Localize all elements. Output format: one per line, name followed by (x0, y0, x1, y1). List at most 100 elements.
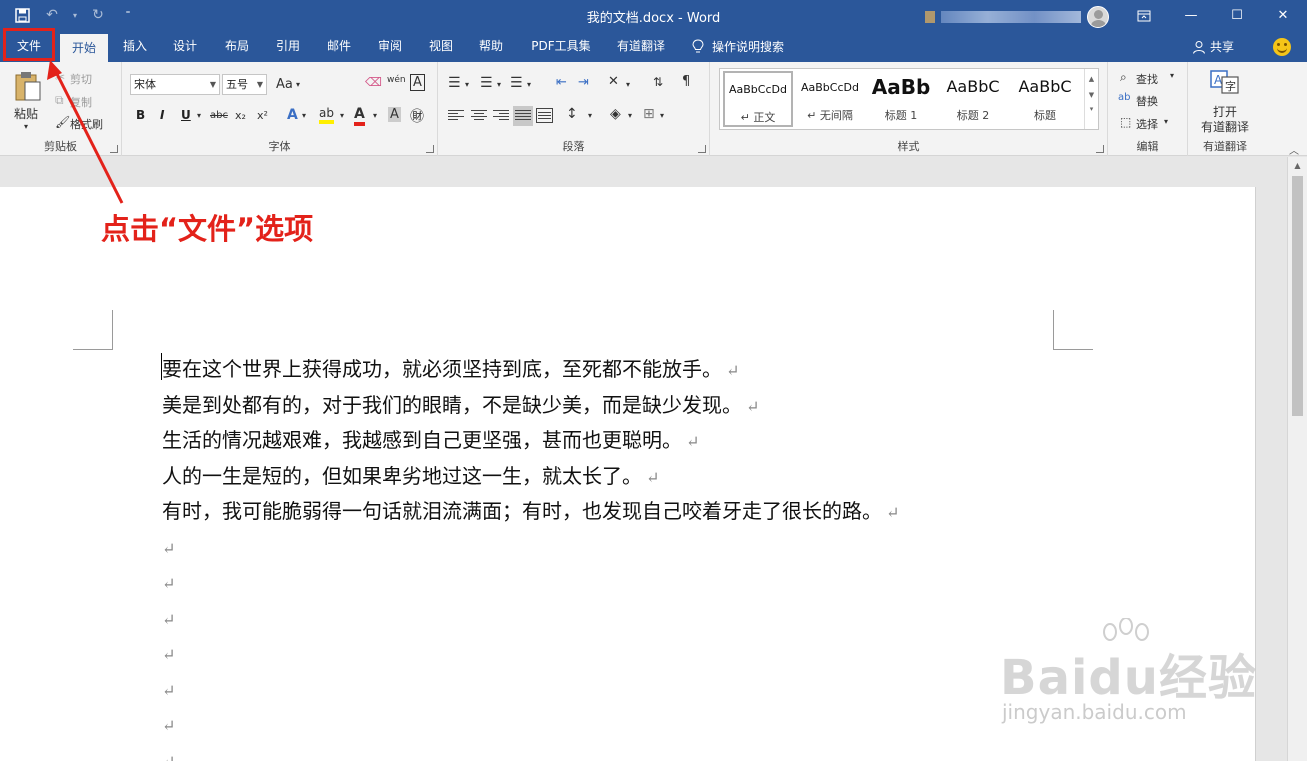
line-spacing-dropdown-icon[interactable]: ▾ (588, 111, 592, 120)
account-area[interactable] (925, 6, 1109, 28)
gallery-scroll[interactable]: ▲ ▼ ▾ (1084, 69, 1098, 129)
justify-icon[interactable] (513, 106, 533, 126)
gallery-down-icon[interactable]: ▼ (1085, 91, 1098, 99)
share-button[interactable]: 共享 (1192, 31, 1234, 62)
subscript-button[interactable]: x₂ (235, 109, 246, 122)
style-no-spacing[interactable]: AaBbCcDd ↵ 无间隔 (795, 71, 865, 127)
tab-youdao-translate[interactable]: 有道翻译 (610, 31, 672, 62)
enclose-characters-icon[interactable]: ㊖ (410, 106, 424, 126)
paste-dropdown-icon[interactable]: ▾ (24, 122, 28, 131)
chinese-layout-dropdown-icon[interactable]: ▾ (626, 80, 630, 89)
tab-view[interactable]: 视图 (420, 31, 462, 62)
empty-paragraph[interactable]: ↵ (162, 709, 899, 745)
align-right-icon[interactable] (493, 108, 509, 122)
borders-icon[interactable]: ⊞ (643, 106, 655, 122)
chinese-layout-icon[interactable]: ✕ (608, 74, 619, 89)
text-effects-icon[interactable]: A (287, 107, 298, 123)
tab-pdf-tools[interactable]: PDF工具集 (524, 31, 598, 62)
empty-paragraph[interactable]: ↵ (162, 567, 899, 603)
empty-paragraph[interactable]: ↵ (162, 603, 899, 639)
font-case-dropdown-icon[interactable]: ▾ (296, 80, 300, 89)
gallery-more-icon[interactable]: ▾ (1085, 105, 1098, 113)
distributed-icon[interactable] (536, 108, 553, 123)
bold-button[interactable]: B (136, 108, 145, 122)
shading-icon[interactable]: ◈ (610, 106, 621, 122)
tab-insert[interactable]: 插入 (114, 31, 156, 62)
cut-button[interactable]: 剪切 (70, 71, 92, 87)
vertical-scrollbar[interactable]: ▲ (1287, 157, 1307, 761)
tab-design[interactable]: 设计 (164, 31, 206, 62)
close-button[interactable]: ✕ (1260, 0, 1306, 31)
empty-paragraph[interactable]: ↵ (162, 532, 899, 568)
numbering-icon[interactable]: ☰ (480, 75, 493, 91)
empty-paragraph[interactable]: ↵ (162, 638, 899, 674)
align-left-icon[interactable] (448, 108, 464, 122)
shading-dropdown-icon[interactable]: ▾ (628, 111, 632, 120)
feedback-smiley-icon[interactable] (1273, 38, 1291, 56)
paragraph[interactable]: 要在这个世界上获得成功，就必须坚持到底，至死都不能放手。 ↵ (162, 354, 899, 390)
phonetic-guide-button[interactable]: wén (387, 75, 406, 85)
style-heading-1[interactable]: AaBb 标题 1 (866, 71, 936, 127)
character-border-button[interactable]: A (410, 74, 425, 91)
style-title[interactable]: AaBbC 标题 (1010, 71, 1080, 127)
strikethrough-button[interactable]: abc (210, 110, 228, 121)
decrease-indent-icon[interactable]: ⇤ (556, 75, 567, 90)
show-hide-marks-icon[interactable]: ¶ (682, 74, 690, 89)
maximize-button[interactable]: ☐ (1214, 0, 1260, 31)
tab-help[interactable]: 帮助 (470, 31, 512, 62)
highlight-color-icon[interactable]: ab (319, 106, 334, 124)
superscript-button[interactable]: x² (257, 109, 268, 122)
bullets-dropdown-icon[interactable]: ▾ (465, 80, 469, 89)
scroll-up-icon[interactable]: ▲ (1288, 157, 1307, 174)
avatar[interactable] (1087, 6, 1109, 28)
tell-me-search[interactable]: 操作说明搜索 (692, 31, 784, 62)
highlight-dropdown-icon[interactable]: ▾ (340, 111, 344, 120)
font-color-dropdown-icon[interactable]: ▾ (373, 111, 377, 120)
tab-references[interactable]: 引用 (267, 31, 309, 62)
paragraph[interactable]: 有时，我可能脆弱得一句话就泪流满面；有时，也发现自己咬着牙走了很长的路。 ↵ (162, 496, 899, 532)
character-shading-icon[interactable]: A (388, 107, 401, 122)
format-painter-button[interactable]: 格式刷 (70, 116, 103, 132)
line-spacing-icon[interactable]: ↕ (566, 106, 578, 122)
select-dropdown-icon[interactable]: ▾ (1164, 117, 1168, 126)
style-normal[interactable]: AaBbCcDd ↵ 正文 (723, 71, 793, 127)
paste-button[interactable]: 粘贴 ▾ (10, 70, 46, 131)
font-color-icon[interactable]: A (354, 106, 365, 126)
minimize-button[interactable]: — (1168, 0, 1214, 31)
font-name-combo[interactable]: 宋体 ▼ (130, 74, 220, 95)
multilevel-list-icon[interactable]: ☰ (510, 75, 523, 91)
clipboard-dialog-launcher-icon[interactable] (110, 145, 118, 153)
sort-icon[interactable]: ⇅ (653, 75, 663, 89)
paragraph[interactable]: 人的一生是短的，但如果卑劣地过这一生，就太长了。 ↵ (162, 461, 899, 497)
open-youdao-button[interactable]: A字 打开 有道翻译 (1194, 70, 1256, 134)
font-dialog-launcher-icon[interactable] (426, 145, 434, 153)
underline-dropdown-icon[interactable]: ▾ (197, 111, 201, 120)
find-button[interactable]: 查找 (1136, 71, 1158, 87)
multilevel-dropdown-icon[interactable]: ▾ (527, 80, 531, 89)
ribbon-display-options-icon[interactable] (1121, 0, 1167, 31)
increase-indent-icon[interactable]: ⇥ (578, 75, 589, 90)
styles-dialog-launcher-icon[interactable] (1096, 145, 1104, 153)
collapse-ribbon-icon[interactable]: ︿ (1289, 142, 1299, 157)
replace-button[interactable]: 替换 (1136, 93, 1158, 109)
bullets-icon[interactable]: ☰ (448, 75, 461, 91)
font-size-combo[interactable]: 五号 ▼ (222, 74, 267, 95)
tab-layout[interactable]: 布局 (216, 31, 258, 62)
scrollbar-thumb[interactable] (1292, 176, 1303, 416)
copy-button[interactable]: 复制 (70, 94, 92, 110)
paragraph[interactable]: 美是到处都有的，对于我们的眼睛，不是缺少美，而是缺少发现。 ↵ (162, 390, 899, 426)
tab-mailings[interactable]: 邮件 (318, 31, 360, 62)
text-effects-dropdown-icon[interactable]: ▾ (302, 111, 306, 120)
style-heading-2[interactable]: AaBbC 标题 2 (938, 71, 1008, 127)
underline-button[interactable]: U (181, 108, 191, 122)
italic-button[interactable]: I (160, 108, 164, 122)
borders-dropdown-icon[interactable]: ▾ (660, 111, 664, 120)
tab-review[interactable]: 审阅 (369, 31, 411, 62)
paragraph-dialog-launcher-icon[interactable] (698, 145, 706, 153)
align-center-icon[interactable] (471, 108, 487, 122)
empty-paragraph[interactable]: ↵ (162, 674, 899, 710)
tab-home[interactable]: 开始 (60, 34, 108, 62)
find-dropdown-icon[interactable]: ▾ (1170, 71, 1174, 80)
empty-paragraph[interactable]: ↵ (162, 745, 899, 761)
select-button[interactable]: 选择 (1136, 116, 1158, 132)
